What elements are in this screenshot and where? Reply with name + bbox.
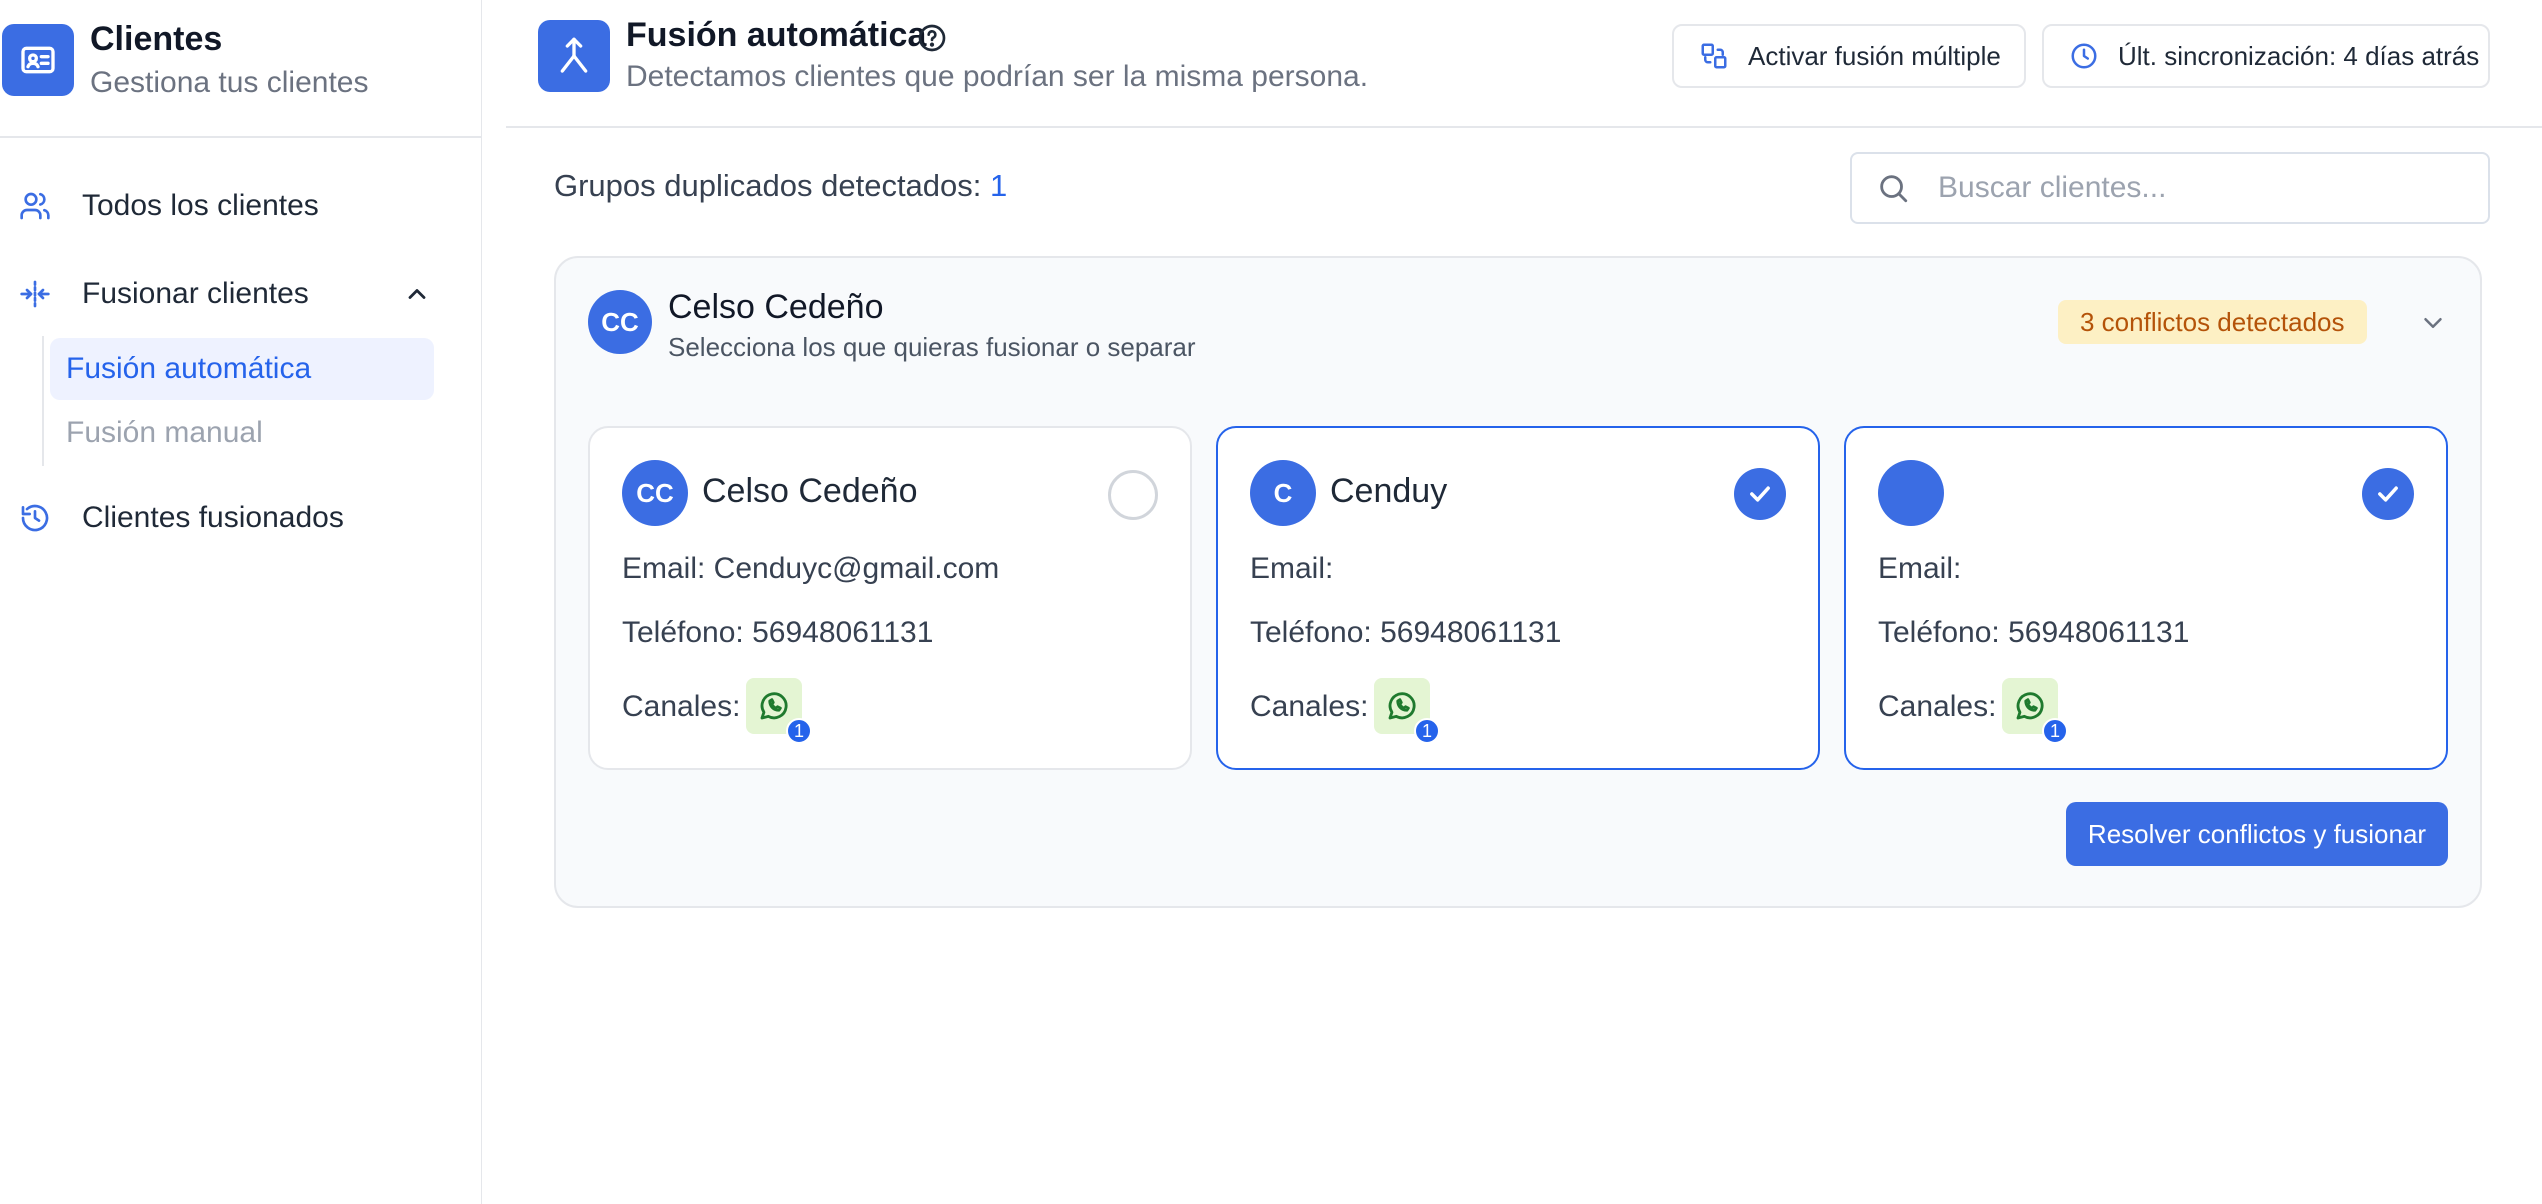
page-subtitle: Detectamos clientes que podrían ser la m…: [626, 60, 1369, 93]
avatar: CC: [588, 290, 652, 354]
channel-count-badge: 1: [2042, 718, 2068, 744]
avatar: C: [1250, 460, 1316, 526]
duplicate-group: CC Celso Cedeño Selecciona los que quier…: [554, 256, 2482, 908]
channels-label: Canales:: [1878, 690, 1997, 723]
contact-card-icon: [2, 24, 74, 96]
check-icon[interactable]: [2362, 468, 2414, 520]
multi-merge-icon: [1698, 40, 1730, 72]
submenu-line: [42, 336, 44, 466]
chevron-down-icon[interactable]: [2418, 308, 2448, 338]
client-card[interactable]: CC Celso Cedeño Email: Cenduyc@gmail.com…: [588, 426, 1192, 770]
client-card[interactable]: C Cenduy Email: Teléfono: 56948061131 Ca…: [1216, 426, 1820, 770]
client-name: Celso Cedeño: [702, 472, 918, 510]
sidebar-item-todos-los-clientes[interactable]: Todos los clientes: [0, 176, 482, 236]
merge-icon: [538, 20, 610, 92]
app-subtitle: Gestiona tus clientes: [90, 66, 369, 99]
sidebar-item-fusionar-clientes[interactable]: Fusionar clientes: [0, 264, 482, 324]
sidebar-item-label: Todos los clientes: [82, 189, 319, 222]
avatar: CC: [622, 460, 688, 526]
sidebar-header: Clientes Gestiona tus clientes: [0, 0, 482, 138]
client-email: Email:: [1878, 552, 1962, 585]
select-radio[interactable]: [1108, 470, 1158, 520]
client-phone: Teléfono: 56948061131: [1250, 616, 1562, 649]
sidebar-subitem-fusion-automatica[interactable]: Fusión automática: [50, 338, 434, 400]
activate-multi-merge-label: Activar fusión múltiple: [1748, 40, 2001, 71]
conflicts-badge: 3 conflictos detectados: [2058, 300, 2367, 344]
chevron-up-icon[interactable]: [402, 279, 432, 309]
last-sync-button[interactable]: Últ. sincronización: 4 días atrás: [2042, 24, 2490, 88]
channels-label: Canales:: [622, 690, 741, 723]
channel-count-badge: 1: [786, 718, 812, 744]
sidebar-item-label: Fusionar clientes: [82, 277, 309, 310]
client-phone: Teléfono: 56948061131: [622, 616, 934, 649]
page-title: Fusión automática: [626, 16, 927, 54]
duplicate-groups-label: Grupos duplicados detectados:: [554, 168, 990, 203]
duplicate-groups-count: Grupos duplicados detectados: 1: [554, 168, 1007, 204]
client-card[interactable]: Email: Teléfono: 56948061131 Canales: 1: [1844, 426, 2448, 770]
activate-multi-merge-button[interactable]: Activar fusión múltiple: [1672, 24, 2026, 88]
duplicate-groups-number: 1: [990, 168, 1008, 203]
users-icon: [18, 189, 52, 223]
search-input[interactable]: [1938, 171, 2458, 205]
history-icon: [18, 501, 52, 535]
sidebar-item-clientes-fusionados[interactable]: Clientes fusionados: [0, 488, 482, 548]
check-icon[interactable]: [1734, 468, 1786, 520]
resolve-and-merge-button[interactable]: Resolver conflictos y fusionar: [2066, 802, 2448, 866]
topbar: Fusión automática Detectamos clientes qu…: [506, 0, 2542, 128]
group-name: Celso Cedeño: [668, 288, 884, 326]
channels-label: Canales:: [1250, 690, 1369, 723]
avatar: [1878, 460, 1944, 526]
channel-count-badge: 1: [1414, 718, 1440, 744]
client-email: Email: Cenduyc@gmail.com: [622, 552, 1000, 585]
last-sync-label: Últ. sincronización: 4 días atrás: [2118, 40, 2480, 71]
group-description: Selecciona los que quieras fusionar o se…: [668, 332, 1196, 362]
sidebar-item-label: Clientes fusionados: [82, 501, 344, 534]
help-icon[interactable]: [916, 22, 948, 54]
clock-icon: [2068, 40, 2100, 72]
app-title: Clientes: [90, 20, 223, 58]
search-icon: [1876, 171, 1910, 205]
client-name: Cenduy: [1330, 472, 1448, 510]
merge-arrows-icon: [18, 277, 52, 311]
client-phone: Teléfono: 56948061131: [1878, 616, 2190, 649]
sidebar: Clientes Gestiona tus clientes Todos los…: [0, 0, 482, 1204]
client-email: Email:: [1250, 552, 1334, 585]
sidebar-subitem-fusion-manual[interactable]: Fusión manual: [50, 402, 434, 464]
search-box[interactable]: [1850, 152, 2490, 224]
